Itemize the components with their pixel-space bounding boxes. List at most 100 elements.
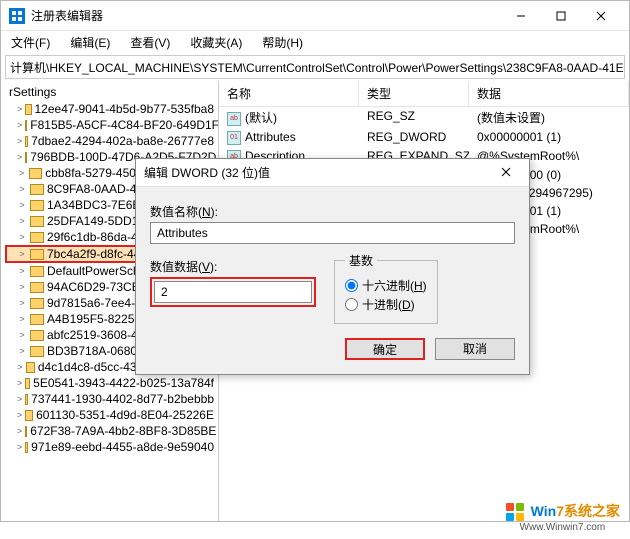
col-data[interactable]: 数据: [469, 81, 629, 106]
dialog-buttons: 确定 取消: [150, 338, 515, 360]
folder-icon: [30, 266, 44, 277]
tree-item[interactable]: > F815B5-A5CF-4C84-BF20-649D1F7: [5, 117, 218, 133]
value-data-input[interactable]: [154, 281, 312, 303]
windows-logo-icon: [505, 502, 525, 522]
expand-icon[interactable]: >: [17, 216, 27, 226]
expand-icon[interactable]: >: [17, 442, 22, 452]
window-title: 注册表编辑器: [31, 7, 501, 24]
folder-icon: [29, 168, 42, 179]
expand-icon[interactable]: >: [17, 346, 27, 356]
tree-item[interactable]: >5E0541-3943-4422-b025-13a784f: [5, 375, 218, 391]
minimize-button[interactable]: [501, 2, 541, 30]
expand-icon[interactable]: >: [17, 136, 22, 146]
folder-icon: [26, 362, 35, 373]
expand-icon[interactable]: >: [17, 426, 22, 436]
address-bar[interactable]: 计算机\HKEY_LOCAL_MACHINE\SYSTEM\CurrentCon…: [5, 55, 625, 79]
tree-item[interactable]: >672F38-7A9A-4bb2-8BF8-3D85BE: [5, 423, 218, 439]
expand-icon[interactable]: >: [17, 120, 22, 130]
tree-item-label: F815B5-A5CF-4C84-BF20-649D1F7: [30, 118, 219, 132]
list-row[interactable]: ab(默认)REG_SZ(数值未设置): [219, 107, 629, 128]
radio-hex-input[interactable]: [345, 279, 358, 292]
tree-item[interactable]: >7dbae2-4294-402a-ba8e-26777e8: [5, 133, 218, 149]
dialog-close-button[interactable]: [491, 166, 521, 180]
tree-item[interactable]: >12ee47-9041-4b5d-9b77-535fba8: [5, 101, 218, 117]
maximize-button[interactable]: [541, 2, 581, 30]
dialog-body: 数值名称(N): 数值数据(V): 基数 十六进制(H): [136, 187, 529, 374]
tree-item-label: 672F38-7A9A-4bb2-8BF8-3D85BE: [30, 424, 216, 438]
folder-icon: [30, 216, 44, 227]
menubar: 文件(F) 编辑(E) 查看(V) 收藏夹(A) 帮助(H): [1, 31, 629, 53]
menu-edit[interactable]: 编辑(E): [64, 32, 116, 53]
expand-icon[interactable]: >: [17, 410, 22, 420]
tree-item-label: 5E0541-3943-4422-b025-13a784f: [33, 376, 214, 390]
value-name-input[interactable]: [150, 222, 515, 244]
menu-favorites[interactable]: 收藏夹(A): [184, 32, 248, 53]
folder-icon: [25, 104, 31, 115]
expand-icon[interactable]: >: [17, 314, 27, 324]
folder-icon: [25, 442, 28, 453]
folder-icon: [30, 282, 44, 293]
menu-file[interactable]: 文件(F): [5, 32, 56, 53]
folder-icon: [25, 136, 28, 147]
expand-icon[interactable]: >: [17, 266, 27, 276]
menu-view[interactable]: 查看(V): [124, 32, 176, 53]
tree-header: rSettings: [5, 83, 218, 101]
string-value-icon: ab: [227, 112, 241, 126]
radio-dec[interactable]: 十进制(D): [345, 296, 427, 313]
value-type: REG_DWORD: [359, 130, 469, 145]
radio-dec-input[interactable]: [345, 298, 358, 311]
expand-icon[interactable]: >: [17, 232, 27, 242]
radio-hex[interactable]: 十六进制(H): [345, 277, 427, 294]
base-group: 基数 十六进制(H) 十进制(D): [334, 252, 438, 324]
expand-icon[interactable]: >: [17, 249, 27, 259]
folder-icon: [30, 314, 44, 325]
value-data-highlight: [150, 277, 316, 307]
folder-icon: [30, 249, 44, 260]
close-button[interactable]: [581, 2, 621, 30]
folder-icon: [30, 330, 44, 341]
folder-icon: [25, 120, 27, 131]
ok-button[interactable]: 确定: [345, 338, 425, 360]
cancel-button[interactable]: 取消: [435, 338, 515, 360]
folder-icon: [25, 394, 28, 405]
value-data-label: 数值数据(V):: [150, 258, 316, 275]
expand-icon[interactable]: >: [17, 200, 27, 210]
expand-icon[interactable]: >: [17, 362, 23, 372]
binary-value-icon: 01: [227, 131, 241, 145]
folder-icon: [25, 152, 27, 163]
folder-icon: [30, 184, 44, 195]
value-type: REG_SZ: [359, 109, 469, 126]
list-row[interactable]: 01 Attributes REG_DWORD0x00000001 (1): [219, 128, 629, 147]
value-name: Attributes: [245, 130, 296, 144]
tree-item[interactable]: >737441-1930-4402-8d77-b2bebbb: [5, 391, 218, 407]
expand-icon[interactable]: >: [17, 168, 26, 178]
folder-icon: [30, 298, 44, 309]
expand-icon[interactable]: >: [17, 152, 22, 162]
folder-icon: [25, 410, 33, 421]
folder-icon: [30, 346, 44, 357]
value-name: (默认): [245, 111, 277, 125]
folder-icon: [25, 426, 27, 437]
col-type[interactable]: 类型: [359, 81, 469, 106]
value-data: 0x00000001 (1): [469, 130, 629, 145]
tree-item-label: 12ee47-9041-4b5d-9b77-535fba8: [35, 102, 215, 116]
expand-icon[interactable]: >: [17, 378, 22, 388]
expand-icon[interactable]: >: [17, 104, 22, 114]
window-controls: [501, 2, 621, 30]
expand-icon[interactable]: >: [17, 394, 22, 404]
expand-icon[interactable]: >: [17, 298, 27, 308]
tree-item-label: 737441-1930-4402-8d77-b2bebbb: [31, 392, 214, 406]
regedit-icon: [9, 8, 25, 24]
tree-item[interactable]: >601130-5351-4d9d-8E04-25226E: [5, 407, 218, 423]
folder-icon: [30, 232, 44, 243]
tree-item[interactable]: >971e89-eebd-4455-a8de-9e59040: [5, 439, 218, 455]
menu-help[interactable]: 帮助(H): [256, 32, 309, 53]
folder-icon: [25, 378, 30, 389]
expand-icon[interactable]: >: [17, 184, 27, 194]
titlebar: 注册表编辑器: [1, 1, 629, 31]
list-header: 名称 类型 数据: [219, 81, 629, 107]
expand-icon[interactable]: >: [17, 282, 27, 292]
expand-icon[interactable]: >: [17, 330, 27, 340]
col-name[interactable]: 名称: [219, 81, 359, 106]
base-legend: 基数: [345, 252, 377, 269]
